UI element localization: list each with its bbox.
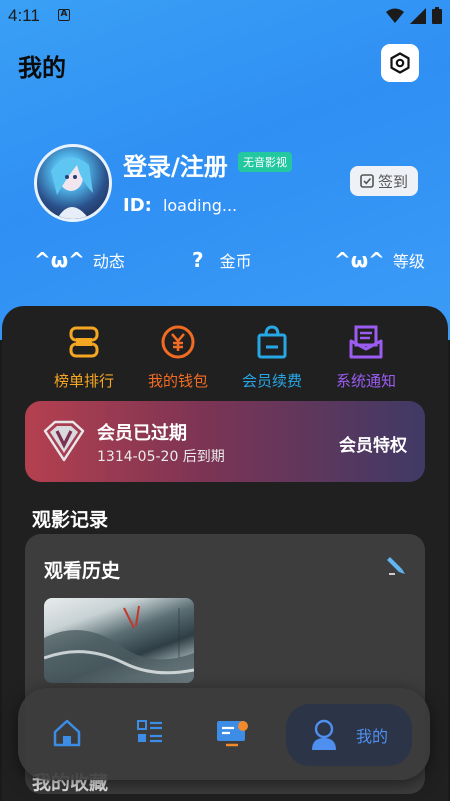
stat-label: 等级 (392, 252, 425, 271)
tab-mine[interactable]: 我的 (286, 704, 412, 766)
stat-value: ? (192, 248, 204, 272)
tab-category[interactable] (136, 718, 168, 750)
ranking-icon (69, 326, 99, 358)
stat-value: ^ω^ (334, 248, 385, 272)
vip-card[interactable]: 会员已过期 1314-05-20 后到期 会员特权 (25, 401, 425, 482)
wifi-icon (386, 8, 404, 23)
signal-icon (410, 7, 426, 24)
app-name-badge: 无音影视 (238, 152, 292, 172)
stat-dynamics[interactable]: ^ω^ 动态 (34, 248, 125, 272)
vip-status-title: 会员已过期 (97, 423, 187, 444)
quick-label: 系统通知 (335, 372, 396, 390)
quick-wallet[interactable]: 我的钱包 (128, 324, 228, 391)
checkbox-icon (360, 174, 374, 188)
quick-ranking[interactable]: 榜单排行 (34, 324, 134, 391)
shopping-bag-icon (257, 325, 287, 359)
checkin-button[interactable]: 签到 (350, 166, 418, 196)
bottom-tab-bar: 我的 (18, 688, 430, 780)
home-icon (53, 719, 81, 747)
user-id-row: ID: loading... (123, 195, 237, 216)
stat-level[interactable]: ^ω^ 等级 (334, 248, 425, 272)
stat-label: 金币 (219, 252, 252, 271)
settings-button[interactable] (381, 44, 419, 82)
id-label: ID: (123, 195, 152, 216)
id-value: loading... (162, 196, 238, 215)
quick-label: 会员续费 (241, 372, 302, 390)
avatar-illustration (51, 157, 93, 219)
pencil-icon (387, 557, 405, 575)
page-title: 我的 (18, 54, 66, 82)
mail-icon (349, 325, 383, 359)
tab-mine-label: 我的 (355, 727, 388, 746)
tab-home[interactable] (52, 718, 84, 750)
system-icons (386, 7, 442, 24)
vip-shield-icon (43, 420, 85, 462)
quick-actions: 榜单排行 我的钱包 会员续费 系统通知 (0, 324, 450, 394)
history-thumbnail[interactable] (44, 598, 194, 683)
login-register-link[interactable]: 登录/注册 (123, 147, 228, 182)
notification-a-icon: A (58, 9, 70, 21)
section-title-watch-records: 观影记录 (32, 509, 109, 531)
stat-label: 动态 (92, 252, 125, 271)
quick-label: 我的钱包 (147, 372, 208, 390)
vip-expiry-date: 1314-05-20 后到期 (97, 449, 225, 465)
edit-button[interactable] (387, 554, 407, 580)
tab-messages[interactable] (216, 718, 248, 750)
user-icon (311, 719, 336, 750)
stat-value: ^ω^ (34, 248, 85, 272)
stats-row: ^ω^ 动态 ? 金币 ^ω^ 等级 (0, 248, 450, 278)
stat-coins[interactable]: ? 金币 (192, 248, 252, 272)
movie-poster-image (44, 605, 194, 683)
status-bar: 4:11 A (0, 0, 450, 32)
battery-icon (432, 7, 442, 24)
settings-hexagon-icon (390, 52, 410, 74)
quick-label: 榜单排行 (53, 372, 114, 390)
history-title: 观看历史 (44, 560, 121, 582)
list-icon (137, 720, 162, 743)
wallet-yen-icon (161, 325, 195, 359)
checkin-label: 签到 (377, 172, 408, 191)
avatar[interactable] (34, 144, 112, 222)
vip-privilege-link[interactable]: 会员特权 (339, 431, 407, 456)
quick-vip-renew[interactable]: 会员续费 (222, 324, 322, 391)
quick-notifications[interactable]: 系统通知 (316, 324, 416, 391)
chat-screen-icon (217, 721, 248, 747)
status-time: 4:11 (8, 6, 40, 25)
